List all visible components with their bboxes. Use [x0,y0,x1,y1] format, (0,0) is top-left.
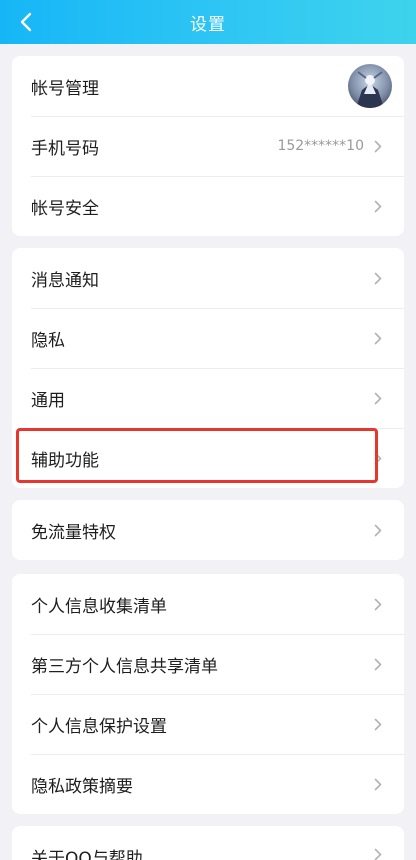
page-title: 设置 [190,14,226,35]
chevron-right-icon [374,272,382,284]
free-data-item[interactable]: 免流量特权 [12,500,404,560]
account-management-label: 帐号管理 [31,78,99,99]
about-help-item[interactable]: 关于QQ与帮助 [12,826,404,860]
general-label: 通用 [31,390,65,411]
about-card: 关于QQ与帮助 [12,826,404,860]
notifications-label: 消息通知 [31,270,99,291]
chevron-right-icon [374,658,382,670]
account-security-item[interactable]: 帐号安全 [12,176,404,236]
info-collection-label: 个人信息收集清单 [31,596,167,617]
accessibility-label: 辅助功能 [31,450,99,471]
third-party-sharing-item[interactable]: 第三方个人信息共享清单 [12,634,404,694]
data-card: 免流量特权 [12,500,404,560]
personal-info-card: 个人信息收集清单 第三方个人信息共享清单 个人信息保护设置 隐私政策摘要 [12,574,404,814]
top-bar: 设置 [0,0,416,44]
privacy-item[interactable]: 隐私 [12,308,404,368]
privacy-policy-item[interactable]: 隐私政策摘要 [12,754,404,814]
third-party-sharing-label: 第三方个人信息共享清单 [31,656,218,677]
free-data-label: 免流量特权 [31,522,116,543]
account-management-item[interactable]: 帐号管理 [12,56,404,116]
privacy-label: 隐私 [31,330,65,351]
chevron-right-icon [374,848,382,860]
privacy-policy-label: 隐私政策摘要 [31,776,133,797]
account-card: 帐号管理 手机号码 152******10 帐号安全 [12,56,404,236]
about-help-label: 关于QQ与帮助 [31,849,143,860]
phone-number-label: 手机号码 [31,138,99,159]
chevron-right-icon [374,524,382,536]
info-collection-item[interactable]: 个人信息收集清单 [12,574,404,634]
chevron-right-icon [374,778,382,790]
chevron-right-icon [374,598,382,610]
phone-number-value: 152******10 [277,138,364,154]
chevron-right-icon [374,200,382,212]
chevron-right-icon [374,332,382,344]
chevron-right-icon [374,140,382,152]
phone-number-item[interactable]: 手机号码 152******10 [12,116,404,176]
chevron-right-icon [374,452,382,464]
chevron-right-icon [374,718,382,730]
chevron-right-icon [374,392,382,404]
chevron-left-icon [20,12,32,32]
avatar[interactable] [348,64,392,108]
accessibility-item[interactable]: 辅助功能 [12,428,404,488]
notifications-item[interactable]: 消息通知 [12,248,404,308]
back-button[interactable] [10,6,42,38]
general-card: 消息通知 隐私 通用 辅助功能 [12,248,404,488]
general-item[interactable]: 通用 [12,368,404,428]
info-protection-label: 个人信息保护设置 [31,716,167,737]
account-security-label: 帐号安全 [31,198,99,219]
info-protection-item[interactable]: 个人信息保护设置 [12,694,404,754]
